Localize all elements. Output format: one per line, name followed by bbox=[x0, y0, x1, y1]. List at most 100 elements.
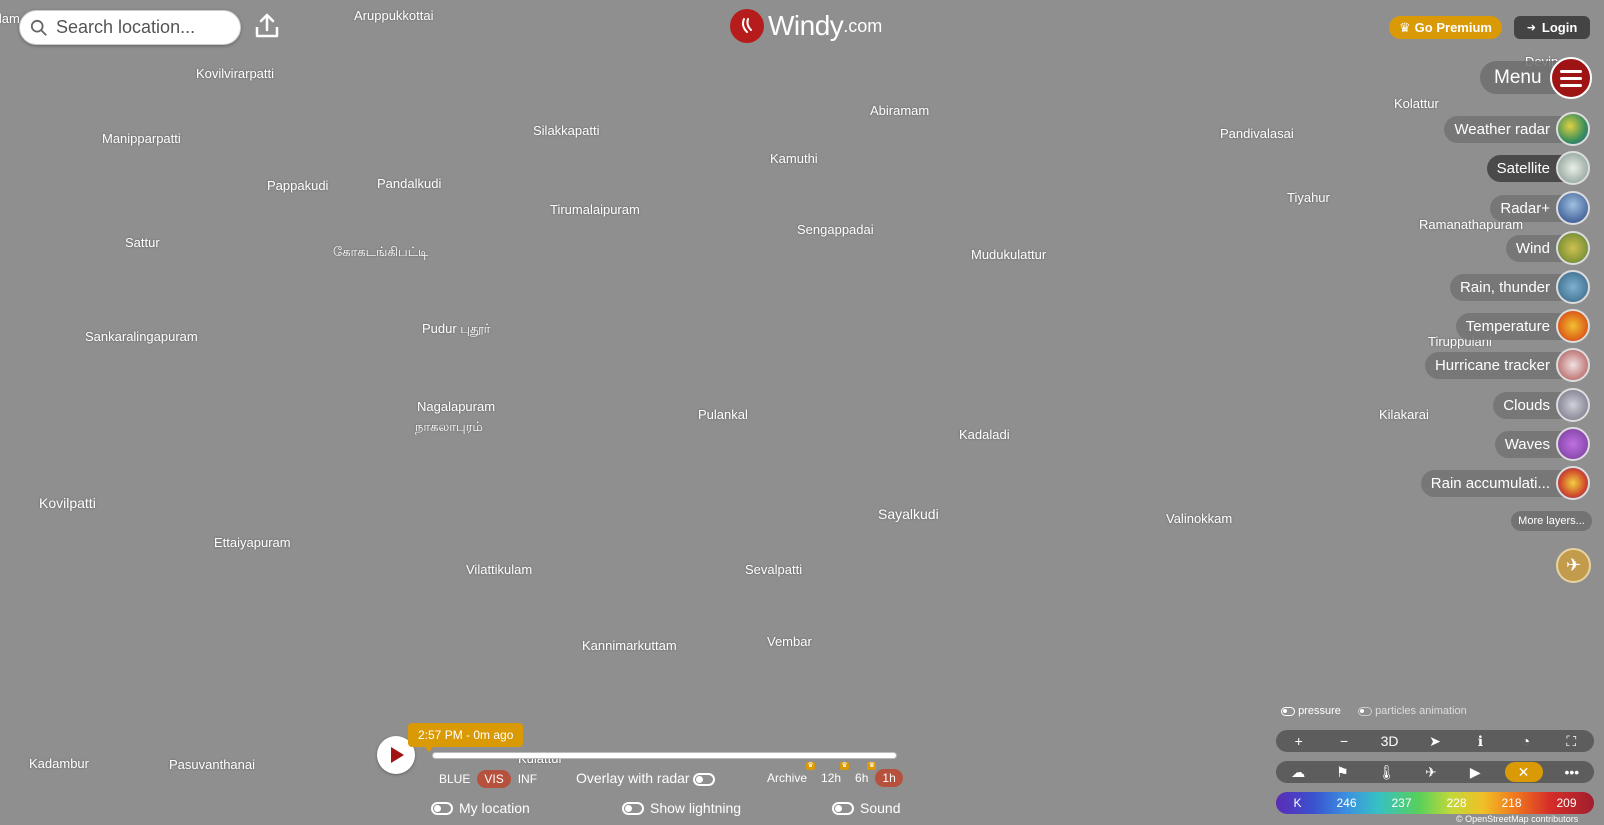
windy-logo[interactable]: Windy .com bbox=[730, 9, 882, 43]
layer-hurricane-tracker[interactable]: Hurricane tracker bbox=[1424, 348, 1590, 382]
weather-radar-icon bbox=[1556, 112, 1590, 146]
hamburger-icon bbox=[1550, 57, 1592, 99]
hurricane-tracker-icon bbox=[1556, 348, 1590, 382]
rain-accumulation-icon bbox=[1556, 466, 1590, 500]
toggle-icon bbox=[431, 801, 453, 815]
my-location-toggle[interactable]: My location bbox=[431, 800, 530, 816]
tools-bar: ☁ ⚑ 🌡 ✈ ▶ ✕ ••• bbox=[1276, 761, 1594, 783]
band-vis[interactable]: VIS bbox=[477, 769, 511, 788]
interval-12h[interactable]: 12h ♛ bbox=[814, 762, 850, 787]
interval-label: 12h bbox=[821, 771, 842, 785]
search-icon bbox=[30, 19, 47, 36]
menu-label: Menu bbox=[1494, 67, 1542, 88]
interval-1h[interactable]: 1h bbox=[875, 769, 903, 787]
place-label: Kilakarai bbox=[1379, 407, 1429, 422]
place-label: Ettaiyapuram bbox=[214, 535, 291, 550]
go-premium-button[interactable]: ♛ Go Premium bbox=[1389, 16, 1502, 39]
color-legend[interactable]: K 246 237 228 218 209 bbox=[1276, 792, 1594, 814]
sound-toggle[interactable]: Sound bbox=[832, 800, 900, 816]
rain-thunder-icon bbox=[1556, 270, 1590, 304]
interval-label: 6h bbox=[855, 771, 869, 785]
crown-icon: ♛ bbox=[1399, 19, 1411, 35]
thermometer-icon[interactable]: 🌡 bbox=[1372, 764, 1402, 781]
brand-name: Windy bbox=[768, 10, 844, 41]
legend-value: 237 bbox=[1391, 796, 1412, 810]
place-label: Tirumalaipuram bbox=[550, 202, 640, 217]
place-label: Manipparpatti bbox=[102, 131, 181, 146]
locate-icon[interactable]: ➤ bbox=[1420, 733, 1450, 750]
place-label: Sevalpatti bbox=[745, 562, 803, 577]
windy-logo-icon bbox=[730, 9, 764, 43]
airport-icon[interactable]: ✈ bbox=[1556, 548, 1591, 583]
info-icon[interactable]: ℹ bbox=[1465, 733, 1495, 750]
toggle-icon bbox=[693, 772, 716, 786]
toggle-icon bbox=[1358, 706, 1372, 716]
crown-icon: ♛ bbox=[867, 762, 877, 770]
archive-button[interactable]: Archive ♛ bbox=[760, 762, 816, 787]
layer-temperature[interactable]: Temperature bbox=[1455, 309, 1590, 343]
place-label: Kovilpatti bbox=[39, 495, 96, 511]
overlay-radar-label: Overlay with radar bbox=[576, 770, 690, 786]
map-canvas[interactable] bbox=[0, 0, 1604, 825]
layer-label: Hurricane tracker bbox=[1424, 351, 1572, 379]
login-button[interactable]: ➜ Login bbox=[1514, 16, 1590, 39]
fullscreen-icon[interactable]: ⛶ bbox=[1556, 733, 1586, 750]
go-premium-label: Go Premium bbox=[1414, 20, 1492, 35]
layer-rain-thunder[interactable]: Rain, thunder bbox=[1449, 270, 1590, 304]
place-label: Kovilvirarpatti bbox=[196, 66, 275, 81]
place-label: Sattur bbox=[125, 235, 160, 250]
place-label: Pudur புதூர் bbox=[422, 321, 491, 336]
webcam-icon[interactable]: ▶ bbox=[1460, 764, 1490, 781]
place-label: Kadaladi bbox=[959, 427, 1010, 442]
wind-icon bbox=[1556, 231, 1590, 265]
zoom-out-button[interactable]: − bbox=[1329, 733, 1359, 749]
particles-animation-toggle[interactable]: particles animation bbox=[1358, 705, 1467, 717]
time-bubble: 2:57 PM - 0m ago bbox=[408, 723, 524, 752]
more-icon[interactable]: ••• bbox=[1557, 764, 1587, 780]
place-label: Kannimarkuttam bbox=[582, 638, 677, 653]
place-label: Pandivalasai bbox=[1220, 126, 1294, 141]
place-label: Mudukulattur bbox=[971, 247, 1047, 262]
layer-label: Rain accumulati... bbox=[1420, 469, 1572, 497]
attribution[interactable]: © OpenStreetMap contributors bbox=[1456, 814, 1578, 824]
layer-rain-accumulation[interactable]: Rain accumulati... bbox=[1420, 466, 1590, 500]
3d-button[interactable]: 3D bbox=[1375, 733, 1405, 749]
login-icon: ➜ bbox=[1526, 22, 1536, 34]
temperature-icon bbox=[1556, 309, 1590, 343]
search-box[interactable] bbox=[19, 10, 241, 45]
hurricane-icon[interactable]: ◔ bbox=[1511, 733, 1541, 749]
more-layers-button[interactable]: More layers... bbox=[1511, 511, 1592, 531]
place-label: Vilattikulam bbox=[466, 562, 533, 577]
layer-wind[interactable]: Wind bbox=[1505, 231, 1590, 265]
waves-icon bbox=[1556, 427, 1590, 461]
weather-icon[interactable]: ☁ bbox=[1283, 764, 1313, 781]
place-label: llam bbox=[0, 11, 20, 26]
toggle-icon bbox=[832, 801, 854, 815]
particles-label: particles animation bbox=[1375, 705, 1467, 717]
place-label: Sengappadai bbox=[797, 222, 874, 237]
menu-button[interactable]: Menu bbox=[1480, 57, 1592, 99]
band-blue[interactable]: BLUE bbox=[432, 770, 477, 788]
plane-icon[interactable]: ✈ bbox=[1416, 764, 1446, 781]
legend-value: 209 bbox=[1556, 796, 1577, 810]
band-inf[interactable]: INF bbox=[511, 770, 544, 788]
share-icon[interactable] bbox=[252, 11, 282, 41]
timeline-slider[interactable] bbox=[432, 752, 897, 759]
zoom-in-button[interactable]: + bbox=[1284, 733, 1314, 749]
layer-weather-radar[interactable]: Weather radar bbox=[1444, 112, 1590, 146]
layer-label: Rain, thunder bbox=[1449, 273, 1572, 301]
show-lightning-toggle[interactable]: Show lightning bbox=[622, 800, 741, 816]
close-icon[interactable]: ✕ bbox=[1504, 762, 1543, 782]
place-label: Aruppukkottai bbox=[354, 8, 434, 23]
layer-radar-plus[interactable]: Radar+ bbox=[1490, 191, 1590, 225]
interval-6h[interactable]: 6h ♛ bbox=[848, 762, 877, 787]
flag-icon[interactable]: ⚑ bbox=[1327, 764, 1357, 781]
layer-clouds[interactable]: Clouds bbox=[1493, 388, 1590, 422]
pressure-toggle[interactable]: pressure bbox=[1281, 705, 1341, 717]
overlay-radar-toggle[interactable]: Overlay with radar bbox=[576, 770, 716, 786]
layer-waves[interactable]: Waves bbox=[1494, 427, 1590, 461]
search-input[interactable] bbox=[56, 17, 236, 38]
layer-satellite[interactable]: Satellite bbox=[1486, 151, 1590, 185]
place-label: Sayalkudi bbox=[878, 506, 939, 522]
layer-label: Temperature bbox=[1455, 312, 1572, 340]
